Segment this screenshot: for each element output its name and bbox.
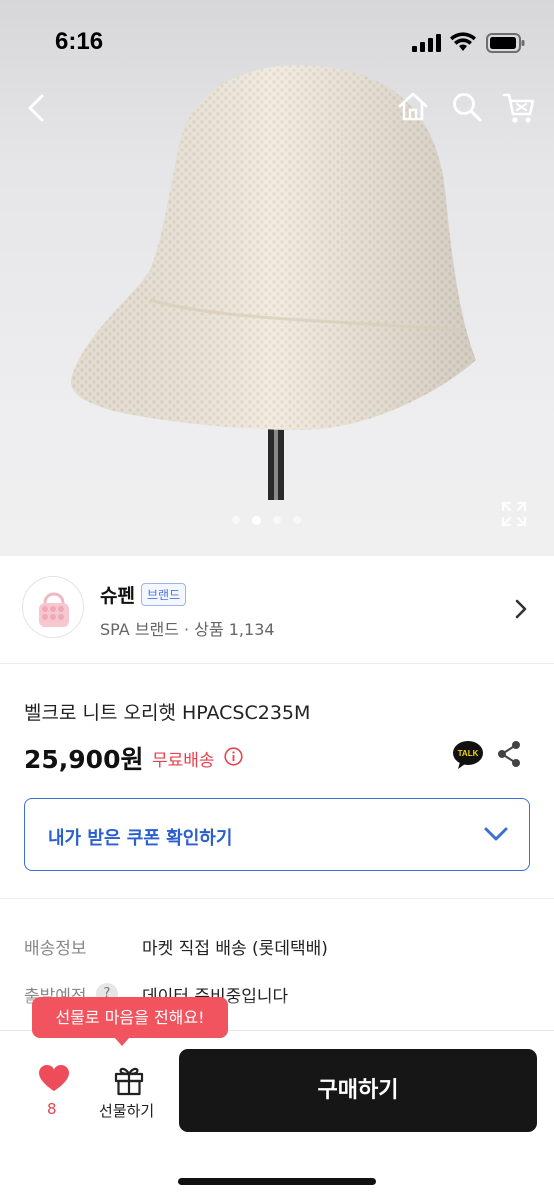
brand-subtitle: SPA 브랜드 · 상품 1,134	[100, 620, 275, 639]
heart-icon[interactable]	[38, 1064, 70, 1092]
cart-icon[interactable]	[502, 90, 536, 126]
pagination-dot	[293, 516, 301, 524]
buy-button[interactable]: 구매하기	[179, 1049, 537, 1132]
brand-name[interactable]: 슈펜	[100, 581, 135, 608]
gift-tooltip: 선물로 마음을 전해요!	[32, 997, 228, 1046]
gift-label[interactable]: 선물하기	[99, 1100, 154, 1121]
chevron-right-icon[interactable]	[512, 596, 530, 622]
battery-icon	[486, 33, 525, 53]
pagination-dot	[232, 516, 240, 524]
expand-icon[interactable]	[500, 500, 528, 528]
cellular-signal-icon	[412, 34, 441, 52]
chevron-down-icon	[484, 827, 508, 841]
brand-avatar[interactable]	[22, 576, 84, 638]
pagination-dot-active	[252, 516, 261, 525]
brand-row[interactable]: 슈펜 브랜드 SPA 브랜드 · 상품 1,134	[0, 556, 554, 664]
like-count: 8	[47, 1100, 57, 1118]
image-pagination-dots	[232, 516, 301, 525]
home-indicator	[178, 1178, 376, 1185]
pagination-dot	[273, 516, 281, 524]
product-title: 벨크로 니트 오리햇 HPACSC235M	[24, 702, 311, 724]
chevron-left-icon[interactable]	[20, 88, 56, 128]
info-icon[interactable]	[224, 747, 243, 766]
status-time: 6:16	[55, 28, 104, 55]
search-icon[interactable]	[451, 90, 483, 124]
kakao-talk-text: TALK	[458, 749, 479, 758]
wifi-icon	[450, 32, 476, 51]
section-divider	[0, 898, 554, 899]
coupon-label: 내가 받은 쿠폰 확인하기	[48, 828, 233, 849]
home-icon[interactable]	[396, 90, 430, 124]
product-image-area[interactable]: 6:16	[0, 0, 554, 556]
detail-label-shipping: 배송정보	[24, 939, 87, 959]
kakao-talk-icon[interactable]: TALK	[452, 740, 484, 770]
detail-value-shipping: 마켓 직접 배송 (롯데택배)	[142, 939, 328, 959]
coupon-dropdown[interactable]: 내가 받은 쿠폰 확인하기	[24, 798, 530, 871]
product-price: 25,900원	[24, 745, 144, 774]
share-icon[interactable]	[496, 740, 522, 768]
status-bar: 6:16	[0, 0, 554, 90]
brand-logo-bag	[39, 592, 69, 627]
gift-icon[interactable]	[113, 1064, 145, 1096]
shipping-label: 무료배송	[152, 751, 215, 771]
brand-badge: 브랜드	[141, 583, 187, 606]
